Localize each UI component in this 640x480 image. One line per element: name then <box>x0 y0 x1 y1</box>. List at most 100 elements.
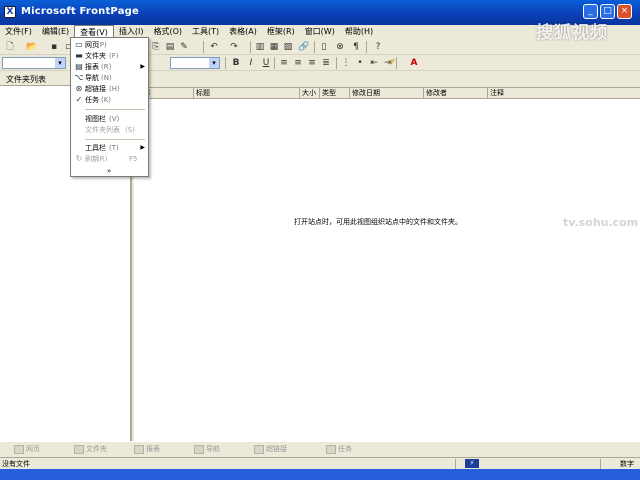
save-icon[interactable]: ▪ <box>48 41 60 53</box>
page-icon <box>14 444 24 454</box>
reports-icon: ▤ <box>75 62 83 71</box>
justify-icon[interactable]: ≣ <box>320 57 332 69</box>
view-tab-reports[interactable]: 报表 <box>134 444 160 455</box>
paste-icon[interactable]: ▤ <box>164 41 176 53</box>
refresh-icon: ↻ <box>75 154 83 163</box>
help-icon[interactable]: ? <box>372 41 384 53</box>
highlight-icon[interactable]: ✐ <box>386 57 398 69</box>
chevron-down-icon[interactable]: ▾ <box>55 58 65 68</box>
menu-tools[interactable]: 工具(T) <box>187 25 224 38</box>
view-menu-item-views-bar[interactable]: 视图栏 (V) <box>71 114 148 124</box>
column-title[interactable]: 标题 <box>194 88 300 99</box>
italic-icon[interactable]: I <box>245 57 257 69</box>
copy-icon[interactable]: ⎘ <box>150 41 162 53</box>
status-bar: 没有文件 ⚡ 数字 <box>0 457 640 469</box>
minimize-button[interactable]: _ <box>583 4 598 19</box>
font-color-icon[interactable]: A <box>408 57 420 69</box>
view-tab-tasks[interactable]: 任务 <box>326 444 352 455</box>
view-tab-hyperlinks[interactable]: 超链接 <box>254 444 287 455</box>
watermark-url: tv.sohu.com <box>563 216 639 229</box>
tasks-icon <box>326 444 336 454</box>
view-tab-folders[interactable]: 文件夹 <box>74 444 107 455</box>
insert-table-icon[interactable]: ▦ <box>268 41 280 53</box>
reports-icon <box>134 444 144 454</box>
toolbar-separator <box>314 41 315 53</box>
column-modified-date[interactable]: 修改日期 <box>350 88 424 99</box>
close-button[interactable]: × <box>617 4 632 19</box>
view-menu-item-reports[interactable]: ▤ 报表 (R) ▶ <box>71 62 148 72</box>
decrease-indent-icon[interactable]: ⇤ <box>368 57 380 69</box>
align-right-icon[interactable]: ≡ <box>306 57 318 69</box>
web-component-icon[interactable]: ▥ <box>254 41 266 53</box>
view-menu-item-page[interactable]: ▭ 网页 (P) <box>71 40 148 50</box>
redo-icon[interactable]: ↷ <box>228 41 240 53</box>
menu-edit[interactable]: 编辑(E) <box>37 25 74 38</box>
undo-icon[interactable]: ↶ <box>208 41 220 53</box>
num-lock-indicator: 数字 <box>620 460 634 468</box>
align-left-icon[interactable]: ≡ <box>278 57 290 69</box>
hyperlink-icon <box>254 444 264 454</box>
view-menu-item-navigation[interactable]: ⌥ 导航 (N) <box>71 73 148 83</box>
frontpage-app-icon[interactable]: X <box>4 6 16 18</box>
view-tab-page[interactable]: 网页 <box>14 444 40 455</box>
insert-picture-icon[interactable]: ▨ <box>282 41 294 53</box>
menu-separator <box>85 109 145 110</box>
menu-help[interactable]: 帮助(H) <box>340 25 378 38</box>
folder-icon: ▬ <box>75 51 83 60</box>
column-modified-by[interactable]: 修改者 <box>424 88 488 99</box>
navigation-icon: ⌥ <box>74 73 84 82</box>
page-icon: ▭ <box>75 40 83 49</box>
menu-format[interactable]: 格式(O) <box>148 25 187 38</box>
views-bar: 网页 文件夹 报表 导航 超链接 任务 <box>0 441 640 456</box>
folders-view[interactable]: 名称 标题 大小 类型 修改日期 修改者 注释 打开站点时，可用此视图组织站点中… <box>134 74 640 441</box>
hyperlink-icon: ⊛ <box>75 84 83 93</box>
format-painter-icon[interactable]: ✎ <box>178 41 190 53</box>
view-menu-item-toolbars[interactable]: 工具栏 (T) ▶ <box>71 143 148 153</box>
numbering-icon[interactable]: ⋮ <box>340 57 352 69</box>
menu-table[interactable]: 表格(A) <box>224 25 262 38</box>
toolbar-separator <box>366 41 367 53</box>
column-headers: 名称 标题 大小 类型 修改日期 修改者 注释 <box>134 88 640 99</box>
folder-list-icon[interactable]: ▯ <box>318 41 330 53</box>
toolbar-separator <box>225 57 226 69</box>
toolbar-separator <box>250 41 251 53</box>
view-menu-item-folders[interactable]: ▬ 文件夹 (F) <box>71 51 148 61</box>
view-menu-item-folder-list[interactable]: 文件夹列表 (S) <box>71 125 148 135</box>
bullets-icon[interactable]: • <box>354 57 366 69</box>
menu-window[interactable]: 窗口(W) <box>300 25 340 38</box>
hyperlink-icon[interactable]: 🔗 <box>298 41 310 53</box>
tasks-icon: ✓ <box>75 95 83 104</box>
chevron-down-icon[interactable]: ▾ <box>209 58 219 68</box>
menu-file[interactable]: 文件(F) <box>0 25 37 38</box>
submenu-arrow-icon: ▶ <box>140 63 145 70</box>
expand-menu-chevron-icon[interactable]: » <box>107 167 111 175</box>
column-type[interactable]: 类型 <box>320 88 350 99</box>
connection-status-icon: ⚡ <box>465 459 479 468</box>
bold-icon[interactable]: B <box>230 57 242 69</box>
status-text: 没有文件 <box>2 460 30 468</box>
status-divider <box>455 459 456 469</box>
column-comments[interactable]: 注释 <box>488 88 640 99</box>
view-title-strip <box>134 74 640 88</box>
new-page-icon[interactable]: 🗋 <box>4 41 16 53</box>
view-menu-item-tasks[interactable]: ✓ 任务 (K) <box>71 95 148 105</box>
status-divider <box>600 459 601 469</box>
submenu-arrow-icon: ▶ <box>140 144 145 151</box>
stop-icon[interactable]: ⊗ <box>334 41 346 53</box>
column-size[interactable]: 大小 <box>300 88 320 99</box>
font-size-combo[interactable]: ▾ <box>170 57 220 69</box>
view-menu-item-hyperlinks[interactable]: ⊛ 超链接 (H) <box>71 84 148 94</box>
maximize-button[interactable]: □ <box>600 4 615 19</box>
toolbar-separator <box>336 57 337 69</box>
menu-frames[interactable]: 框架(R) <box>262 25 300 38</box>
align-center-icon[interactable]: ≡ <box>292 57 304 69</box>
style-combo[interactable]: ▾ <box>2 57 66 69</box>
view-menu-dropdown: ▭ 网页 (P) ▬ 文件夹 (F) ▤ 报表 (R) ▶ ⌥ 导航 (N) ⊛ 超链接… <box>70 37 149 177</box>
underline-icon[interactable]: U <box>260 57 272 69</box>
empty-view-message: 打开站点时，可用此视图组织站点中的文件和文件夹。 <box>294 218 462 226</box>
show-all-icon[interactable]: ¶ <box>350 41 362 53</box>
view-tab-navigation[interactable]: 导航 <box>194 444 220 455</box>
toolbar-separator <box>274 57 275 69</box>
view-menu-item-refresh[interactable]: ↻ 刷新 (R) F5 <box>71 154 148 164</box>
open-icon[interactable]: 📂 <box>26 41 38 53</box>
